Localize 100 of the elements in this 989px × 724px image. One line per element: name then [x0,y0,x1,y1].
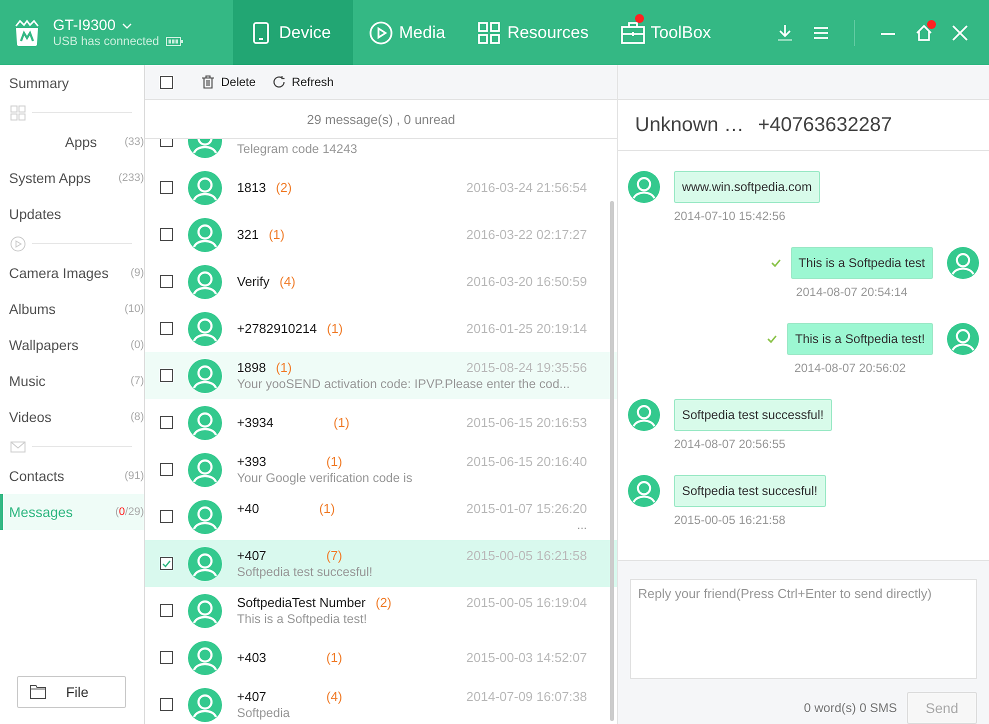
message-date: 2015-01-07 15:26:20 [466,500,587,516]
sidebar-item[interactable]: Videos (8) [0,399,144,435]
connection-status: USB has connected [53,34,160,48]
message-count: (2) [376,594,392,610]
message-date: 2016-03-24 21:56:54 [466,180,587,195]
chat-bubble: Softpedia test succesful! [674,475,826,507]
contact-name: Verify [237,274,270,289]
battery-icon [166,36,184,46]
file-button[interactable]: File [17,676,126,708]
message-row[interactable]: 1898 (1) 2015-08-24 19:35:56 Your yooSEND activation code: IPVP.Please enter the cod... [145,352,617,399]
message-count: (4) [280,274,296,289]
contact-name: 321 [237,227,259,242]
message-row[interactable]: 321 (1) 2016-03-22 02:17:27 [145,211,617,258]
message-count: (1) [326,321,343,336]
sidebar-item[interactable]: Updates [0,196,144,232]
sidebar-item[interactable]: Messages (0/29) [0,494,144,530]
message-preview: Telegram code 14243 [237,142,358,156]
delete-button[interactable]: Delete [195,75,262,89]
row-checkbox[interactable] [160,463,173,476]
row-checkbox[interactable] [160,228,173,241]
sidebar-item[interactable]: System Apps (233) [0,160,144,196]
message-time: 2014-08-07 20:56:02 [794,361,906,375]
refresh-icon [272,75,286,89]
avatar-icon [947,323,979,355]
message-row[interactable]: +40 (1) 2015-01-07 15:26:20 ... [145,493,617,540]
message-date: 2016-01-25 20:19:14 [466,321,587,336]
sidebar-item[interactable]: Music (7) [0,363,144,399]
row-checkbox[interactable] [160,557,173,570]
row-checkbox[interactable] [160,416,173,429]
grid-icon [10,104,26,120]
message-count: (2) [276,180,292,195]
reply-field[interactable]: Reply your friend(Press Ctrl+Enter to send directly) [630,579,977,679]
contact-name: +403 [237,650,266,665]
contact-name: +407 [237,548,266,562]
row-checkbox[interactable] [160,322,173,335]
avatar-icon [628,399,660,431]
row-checkbox[interactable] [160,698,173,711]
avatar-icon [188,218,222,252]
message-row[interactable]: +2782910214 (1) 2016-01-25 20:19:14 [145,305,617,352]
message-count: (1) [276,360,292,374]
play-icon [10,236,26,252]
word-counter: 0 word(s) 0 SMS [804,701,897,715]
avatar-icon [628,475,660,507]
message-preview: This is a Softpedia test! [237,612,367,626]
message-preview: Your Google verification code is [237,471,412,485]
row-checkbox[interactable] [160,181,173,194]
message-date: 2015-00-05 16:19:04 [466,594,587,610]
avatar-icon [188,500,222,534]
scrollbar[interactable] [610,201,614,721]
message-count: (7) [326,548,342,562]
contact-name: +3934 [237,415,274,430]
avatar-icon [188,640,222,674]
sidebar-item[interactable]: Contacts (91) [0,458,144,494]
message-time: 2014-07-10 15:42:56 [674,209,786,223]
message-row[interactable]: +407 (7) 2015-00-05 16:21:58 Softpedia test succesful! [145,540,617,587]
message-row[interactable]: +393 (1) 2015-06-15 20:16:40 Your Google verification code is [145,446,617,493]
avatar-icon [188,546,222,580]
message-row[interactable]: 1813 (2) 2016-03-24 21:56:54 [145,164,617,211]
sidebar-item[interactable]: Camera Images (9) [0,255,144,291]
sidebar-item[interactable]: Albums (10) [0,291,144,327]
message-time: 2015-00-05 16:21:58 [674,513,786,527]
message-count: (1) [319,500,335,516]
select-all-checkbox[interactable] [160,76,173,88]
row-checkbox[interactable] [160,651,173,664]
message-row[interactable]: +3934 (1) 2015-06-15 20:16:53 [145,399,617,446]
message-row[interactable]: Verify (4) 2016-03-20 16:50:59 [145,258,617,305]
avatar-icon [188,688,222,722]
row-checkbox[interactable] [160,604,173,617]
row-checkbox[interactable] [160,369,173,382]
message-date: 2015-06-15 20:16:40 [466,454,587,468]
sidebar-item[interactable]: Wallpapers (0) [0,327,144,363]
message-preview: Softpedia [237,706,290,720]
contact-name: +2782910214 [237,321,317,336]
trash-icon [201,75,215,89]
row-checkbox[interactable] [160,275,173,288]
message-preview: Softpedia test succesful! [237,565,372,579]
mail-icon [10,438,26,454]
refresh-button[interactable]: Refresh [266,75,340,89]
media-icon [369,20,393,44]
message-time: 2014-08-07 20:54:14 [796,285,908,299]
message-date: 2016-03-20 16:50:59 [466,274,587,289]
row-checkbox[interactable] [160,510,173,523]
message-count: (1) [326,454,342,468]
message-row[interactable]: +407 (4) 2014-07-09 16:07:38 Softpedia [145,681,617,724]
phone-number: +40763632287 [758,114,892,136]
message-date: 2016-03-22 02:17:27 [466,227,587,242]
sidebar-item[interactable]: Apps (33) [0,124,144,160]
avatar-icon [628,171,660,203]
sidebar-item[interactable]: Summary [0,65,144,101]
contact-name: +40 [237,500,260,516]
avatar-icon [188,312,222,346]
avatar-icon [188,170,222,204]
message-date: 2015-06-15 20:16:53 [466,415,587,430]
message-row[interactable]: +403 (1) 2015-00-03 14:52:07 [145,634,617,681]
message-row[interactable]: SoftpediaTest Number (2) 2015-00-05 16:19:04 This is a Softpedia test! [145,587,617,634]
message-date: 2015-00-03 14:52:07 [466,650,587,665]
message-date: 2015-08-24 19:35:56 [466,360,587,374]
message-count: (4) [326,688,342,704]
home-icon[interactable] [915,24,933,42]
contact-name: +393 [237,454,266,468]
